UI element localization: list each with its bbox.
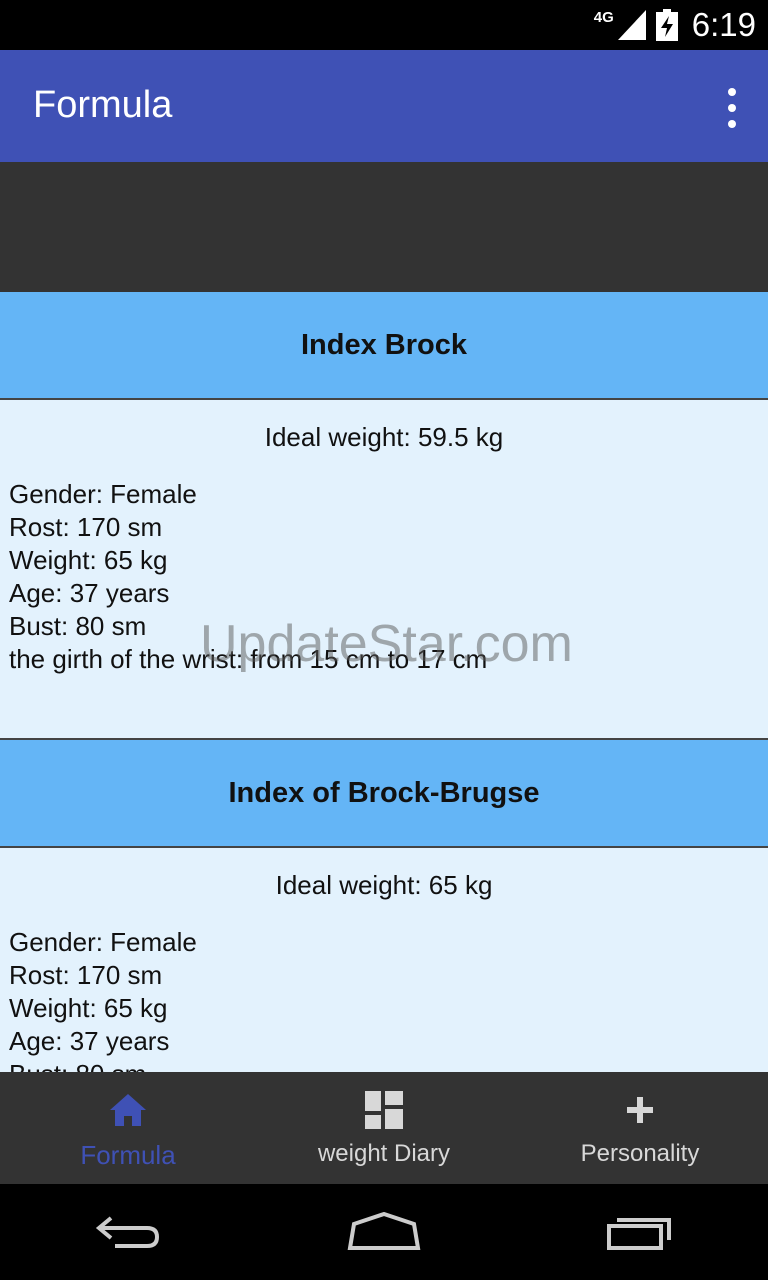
card-title: Index Brock <box>0 292 768 400</box>
overflow-menu-icon[interactable] <box>724 88 740 128</box>
nav-label: Personality <box>580 1140 700 1167</box>
ideal-weight: Ideal weight: 65 kg <box>275 870 493 900</box>
status-bar: 4G 6:19 <box>0 0 768 50</box>
clock: 6:19 <box>691 6 756 43</box>
back-button[interactable] <box>83 1202 173 1262</box>
nav-label: weight Diary <box>317 1140 451 1167</box>
nav-weight-diary[interactable]: weight Diary <box>256 1072 512 1184</box>
param-line: Rost: 170 sm <box>9 960 163 990</box>
home-icon <box>108 1090 148 1130</box>
card-body: Ideal weight: 59.5 kg Gender: Female Ros… <box>0 400 768 738</box>
param-line: Age: 37 years <box>9 1026 170 1056</box>
param-line: Bust: 80 sm <box>9 611 147 641</box>
formula-card: Index of Brock-Brugse Ideal weight: 65 k… <box>0 740 768 1072</box>
ad-banner-area <box>0 162 768 292</box>
param-line: the girth of the wrist: from 15 cm to 17… <box>9 644 488 674</box>
card-body: Ideal weight: 65 kg Gender: Female Rost:… <box>0 848 768 1072</box>
dashboard-icon <box>364 1090 404 1130</box>
ideal-weight: Ideal weight: 59.5 kg <box>264 422 504 452</box>
system-navigation-bar <box>0 1184 768 1280</box>
signal-icon <box>617 10 646 40</box>
param-line: Weight: 65 kg <box>9 545 168 575</box>
battery-charging-icon <box>655 9 678 41</box>
param-line: Rost: 170 sm <box>9 512 163 542</box>
network-type-label: 4G <box>593 8 614 26</box>
param-line: Bust: 80 sm <box>9 1058 768 1072</box>
status-icons: 4G 6:19 <box>594 0 756 50</box>
app-bar: Formula <box>0 50 768 162</box>
card-title: Index of Brock-Brugse <box>0 740 768 848</box>
nav-formula[interactable]: Formula <box>0 1072 256 1184</box>
home-button[interactable] <box>339 1202 429 1262</box>
nav-personality[interactable]: Personality <box>512 1072 768 1184</box>
param-line: Weight: 65 kg <box>9 993 168 1023</box>
plus-icon <box>620 1090 660 1130</box>
recents-button[interactable] <box>595 1202 685 1262</box>
bottom-navigation: Formula weight Diary Personality <box>0 1072 768 1184</box>
app-title: Formula <box>33 84 173 126</box>
recents-icon <box>607 1218 671 1250</box>
params-list: Gender: Female Rost: 170 sm Weight: 65 k… <box>0 926 768 1072</box>
param-line: Gender: Female <box>9 927 197 957</box>
param-line: Age: 37 years <box>9 578 170 608</box>
back-icon <box>95 1216 160 1248</box>
formula-card: Index Brock Ideal weight: 59.5 kg Gender… <box>0 292 768 738</box>
formula-list[interactable]: Index Brock Ideal weight: 59.5 kg Gender… <box>0 292 768 1072</box>
home-nav-icon <box>347 1212 421 1250</box>
nav-label: Formula <box>80 1140 176 1170</box>
param-line: Gender: Female <box>9 479 197 509</box>
params-list: Gender: Female Rost: 170 sm Weight: 65 k… <box>0 478 768 676</box>
